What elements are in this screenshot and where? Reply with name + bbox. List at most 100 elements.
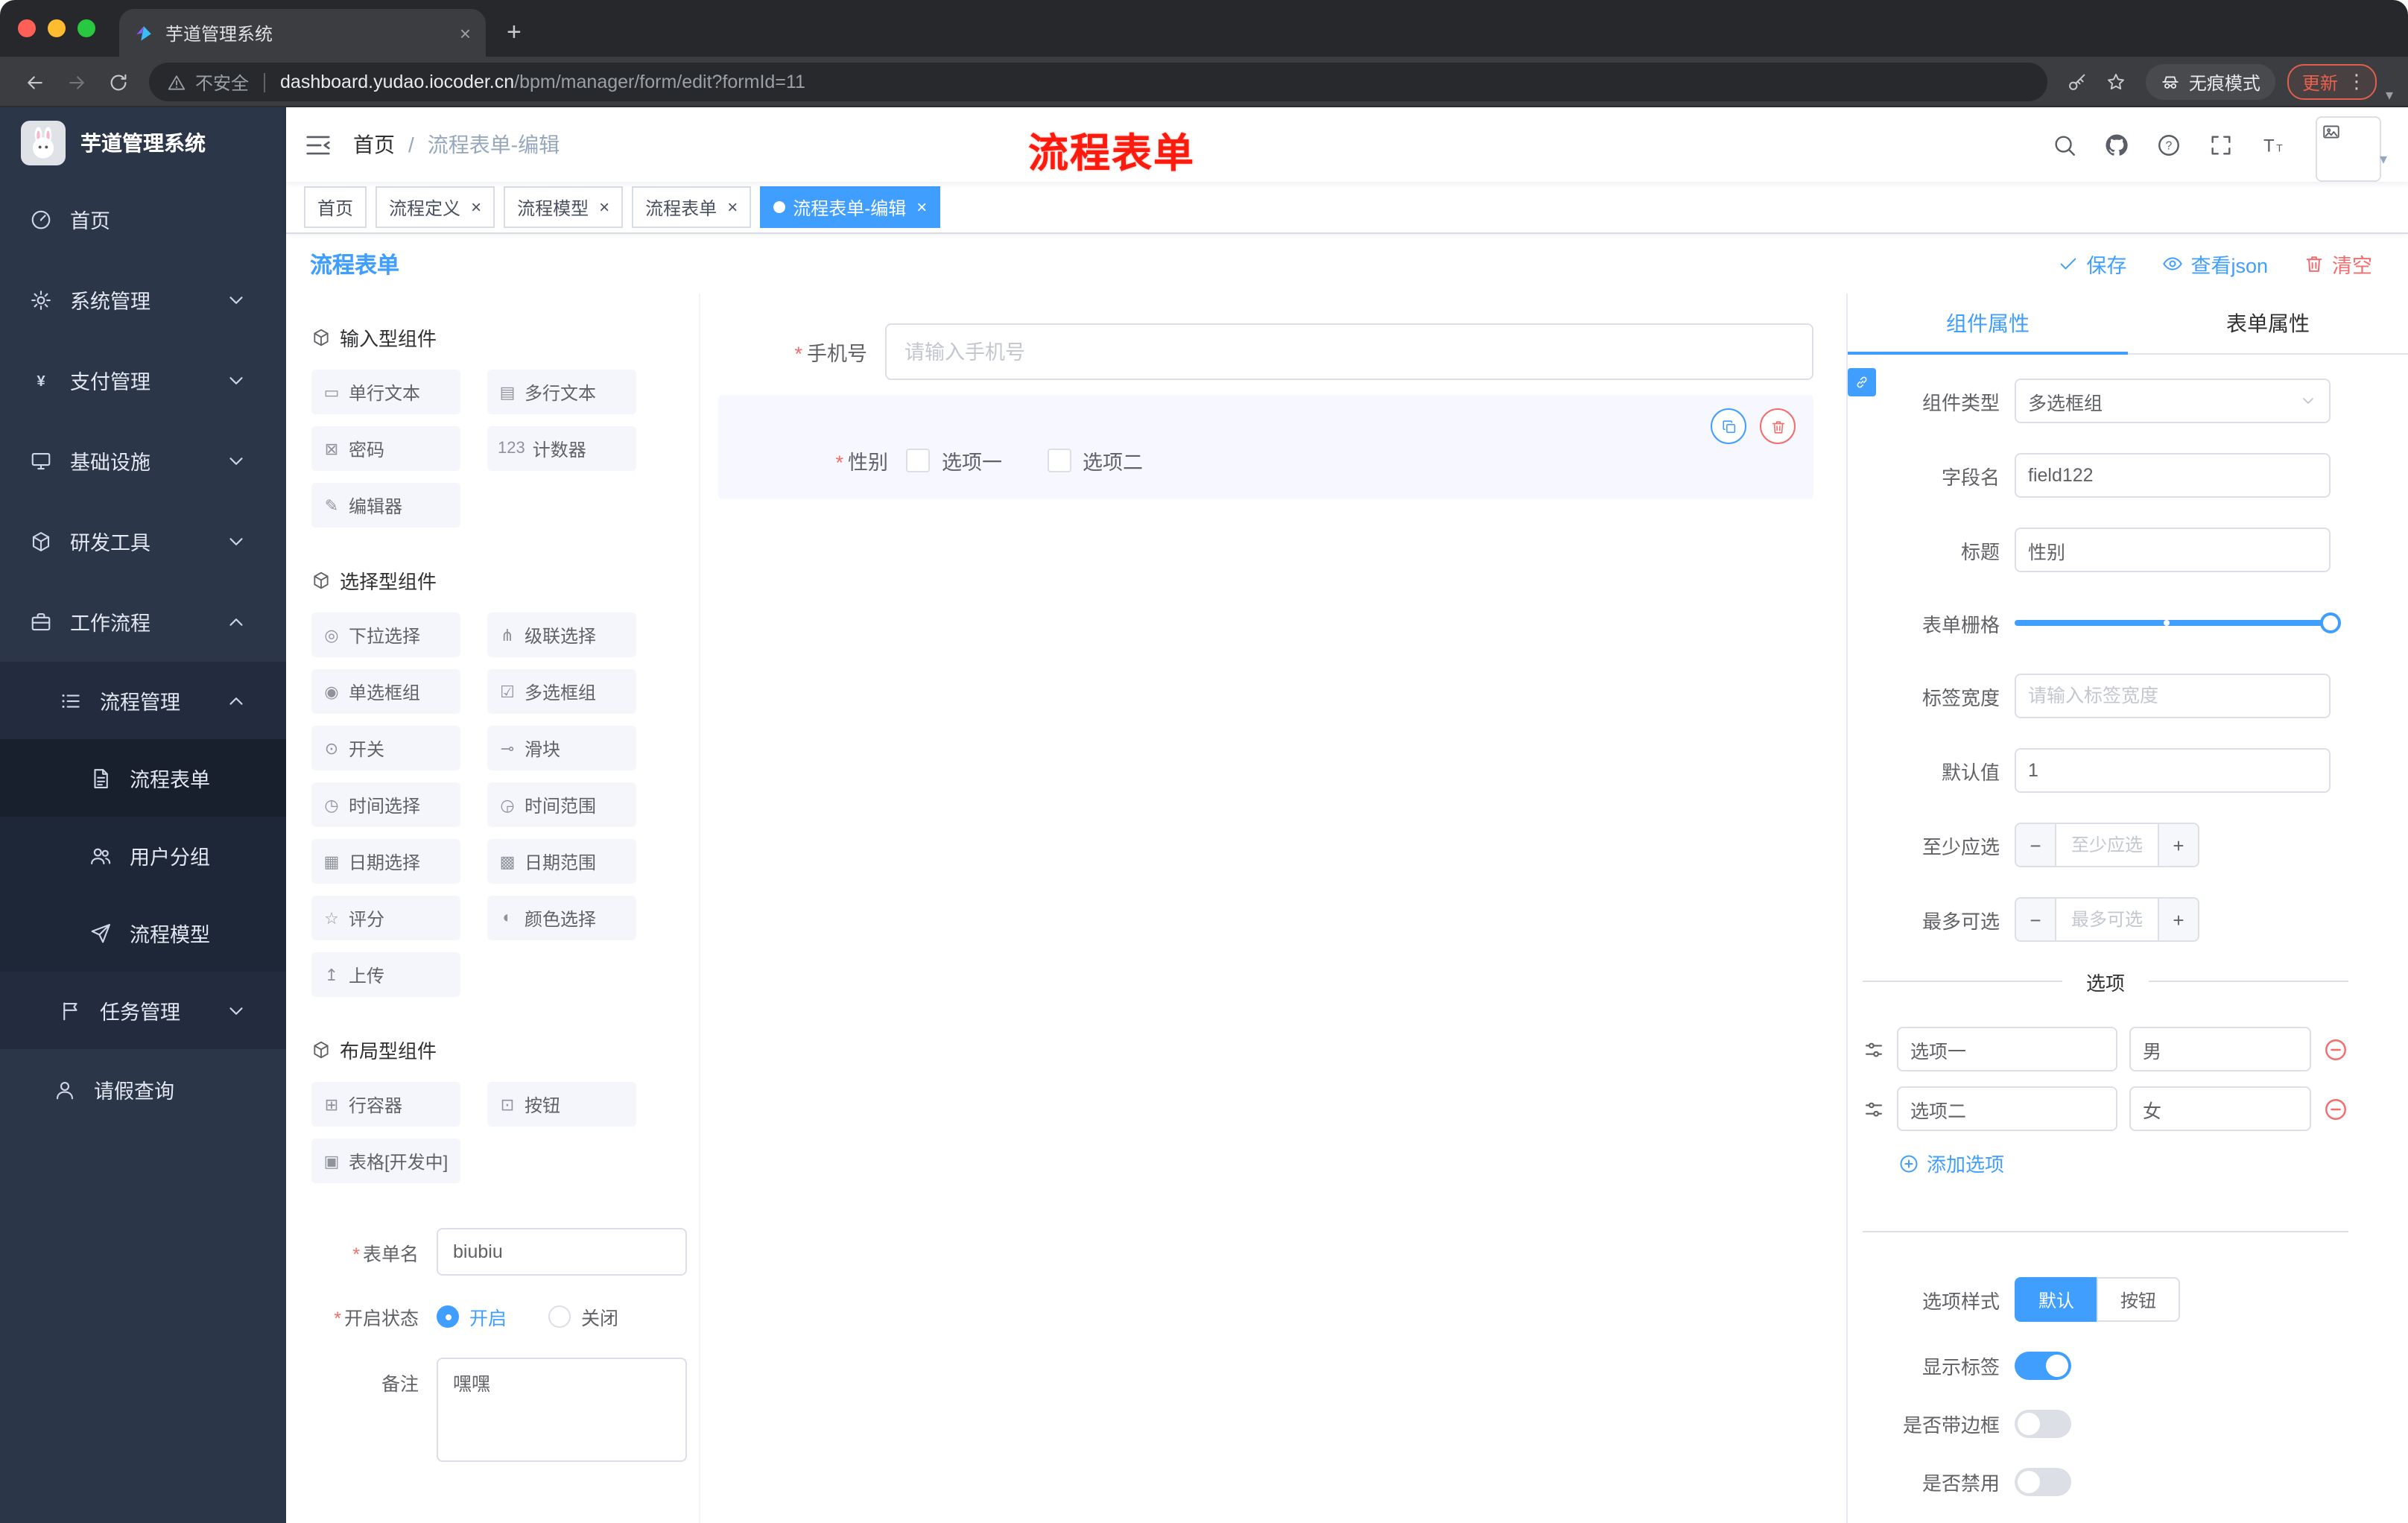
option-1-text-input[interactable] — [1897, 1027, 2117, 1071]
palette-item-switch[interactable]: ⊙ 开关 — [311, 726, 460, 770]
tab-form-props[interactable]: 表单属性 — [2128, 294, 2408, 353]
option-style-option-1-button[interactable]: 默认 — [2015, 1277, 2097, 1322]
phone-input[interactable] — [885, 323, 1813, 380]
menu-dots-icon[interactable]: ⋮ — [2344, 70, 2369, 94]
gender-option-1[interactable]: 选项一 — [906, 446, 1002, 475]
status-off-radio[interactable] — [548, 1305, 571, 1328]
save-button[interactable]: 保存 — [2058, 249, 2126, 279]
sidebar-item-infrastructure[interactable]: 基础设施 — [0, 420, 286, 501]
sidebar-item-task-management[interactable]: 任务管理 — [0, 972, 286, 1049]
address-bar[interactable]: 不安全 dashboard.yudao.iocoder.cn/bpm/manag… — [149, 63, 2047, 101]
forward-icon[interactable] — [57, 63, 95, 101]
form-grid-slider[interactable] — [2015, 612, 2341, 633]
github-icon[interactable] — [2104, 132, 2129, 157]
status-on-radio[interactable] — [437, 1305, 459, 1328]
status-off-label[interactable]: 关闭 — [581, 1302, 618, 1331]
tag-close-icon[interactable]: × — [471, 198, 481, 216]
key-icon[interactable] — [2059, 64, 2095, 100]
palette-item-time-picker[interactable]: ◷ 时间选择 — [311, 782, 460, 827]
tag-home[interactable]: 首页 — [304, 186, 367, 228]
palette-item-date-range[interactable]: ▩ 日期范围 — [487, 839, 636, 884]
tag-process-form[interactable]: 流程表单 × — [632, 186, 752, 228]
canvas-field-phone[interactable]: * 手机号 — [718, 323, 1813, 380]
sidebar-item-process-model[interactable]: 流程模型 — [0, 894, 286, 972]
remark-textarea[interactable]: 嘿嘿 — [437, 1358, 687, 1462]
tag-close-icon[interactable]: × — [916, 198, 927, 216]
palette-item-rate[interactable]: ☆ 评分 — [311, 896, 460, 940]
view-json-button[interactable]: 查看json — [2162, 249, 2268, 279]
min-select-increase-button[interactable]: + — [2158, 824, 2198, 866]
component-type-select[interactable]: 多选框组 — [2015, 379, 2331, 423]
font-size-icon[interactable]: TT — [2260, 132, 2286, 157]
copy-field-button[interactable] — [1711, 408, 1746, 444]
maximize-window-button[interactable] — [77, 19, 95, 37]
palette-item-counter[interactable]: 123 计数器 — [487, 426, 636, 471]
back-icon[interactable] — [15, 63, 54, 101]
browser-tab[interactable]: 芋道管理系统 × — [119, 9, 486, 57]
sidebar-item-dev-tools[interactable]: 研发工具 — [0, 501, 286, 581]
max-select-increase-button[interactable]: + — [2158, 899, 2198, 940]
option-2-value-input[interactable] — [2129, 1086, 2311, 1131]
palette-item-single-line-text[interactable]: ▭ 单行文本 — [311, 370, 460, 414]
palette-item-time-range[interactable]: ◶ 时间范围 — [487, 782, 636, 827]
max-select-input[interactable] — [2056, 899, 2158, 940]
new-tab-button[interactable]: + — [486, 18, 522, 57]
with-border-switch[interactable] — [2015, 1410, 2071, 1438]
option-1-value-input[interactable] — [2129, 1027, 2311, 1071]
form-name-input[interactable] — [437, 1228, 687, 1276]
palette-item-select[interactable]: ◎ 下拉选择 — [311, 612, 460, 657]
label-width-input[interactable] — [2015, 674, 2331, 718]
title-input[interactable] — [2015, 528, 2331, 572]
min-select-decrease-button[interactable]: − — [2016, 824, 2056, 866]
app-logo[interactable]: 芋道管理系统 — [0, 107, 286, 179]
palette-item-button[interactable]: ⊡ 按钮 — [487, 1082, 636, 1127]
checkbox-icon[interactable] — [906, 449, 930, 472]
checkbox-icon[interactable] — [1047, 449, 1071, 472]
add-option-button[interactable]: 添加选项 — [1898, 1149, 2004, 1177]
status-on-label[interactable]: 开启 — [469, 1302, 507, 1331]
fullscreen-icon[interactable] — [2208, 132, 2234, 157]
palette-item-multiline-text[interactable]: ▤ 多行文本 — [487, 370, 636, 414]
breadcrumb-home[interactable]: 首页 — [353, 130, 395, 159]
palette-item-slider[interactable]: ⊸ 滑块 — [487, 726, 636, 770]
palette-item-color-picker[interactable]: ◐ 颜色选择 — [487, 896, 636, 940]
option-2-remove-icon[interactable] — [2323, 1096, 2348, 1121]
sidebar-item-payment-management[interactable]: ¥ 支付管理 — [0, 340, 286, 420]
tag-close-icon[interactable]: × — [599, 198, 609, 216]
palette-item-table[interactable]: ▣ 表格[开发中] — [311, 1139, 460, 1183]
user-avatar[interactable]: ▾ — [2316, 116, 2387, 182]
palette-item-radio-group[interactable]: ◉ 单选框组 — [311, 669, 460, 714]
palette-item-upload[interactable]: ↥ 上传 — [311, 952, 460, 997]
tab-component-props[interactable]: 组件属性 — [1848, 294, 2128, 355]
tag-process-model[interactable]: 流程模型 × — [504, 186, 624, 228]
sidebar-item-home[interactable]: 首页 — [0, 179, 286, 259]
tag-process-form-edit[interactable]: 流程表单-编辑 × — [760, 186, 941, 228]
delete-field-button[interactable] — [1760, 408, 1796, 444]
update-button[interactable]: 更新 ⋮ — [2287, 64, 2377, 100]
tab-close-icon[interactable]: × — [460, 22, 471, 44]
sidebar-item-process-form[interactable]: 流程表单 — [0, 739, 286, 817]
caret-down-icon[interactable]: ▾ — [2386, 88, 2393, 107]
form-canvas[interactable]: *手机号 *性别 — [700, 294, 1846, 1523]
palette-item-row-container[interactable]: ⊞ 行容器 — [311, 1082, 460, 1127]
sidebar-item-process-management[interactable]: 流程管理 — [0, 662, 286, 739]
default-value-input[interactable] — [2015, 748, 2331, 793]
sidebar-item-leave-query[interactable]: 请假查询 — [0, 1049, 286, 1130]
max-select-decrease-button[interactable]: − — [2016, 899, 2056, 940]
panel-link-handle[interactable] — [1848, 368, 1876, 396]
close-window-button[interactable] — [18, 19, 36, 37]
tag-close-icon[interactable]: × — [727, 198, 738, 216]
sidebar-item-workflow[interactable]: 工作流程 — [0, 581, 286, 662]
sidebar-collapse-icon[interactable] — [304, 130, 332, 159]
search-icon[interactable] — [2052, 132, 2077, 157]
clear-button[interactable]: 清空 — [2304, 249, 2372, 279]
palette-item-cascader[interactable]: ⋔ 级联选择 — [487, 612, 636, 657]
slider-handle[interactable] — [2320, 612, 2341, 633]
field-name-input[interactable] — [2015, 453, 2331, 498]
help-icon[interactable]: ? — [2156, 132, 2182, 157]
min-select-input[interactable] — [2056, 824, 2158, 866]
palette-item-checkbox-group[interactable]: ☑ 多选框组 — [487, 669, 636, 714]
palette-item-date-picker[interactable]: ▦ 日期选择 — [311, 839, 460, 884]
reload-icon[interactable] — [98, 63, 137, 101]
sidebar-item-system-management[interactable]: 系统管理 — [0, 259, 286, 340]
